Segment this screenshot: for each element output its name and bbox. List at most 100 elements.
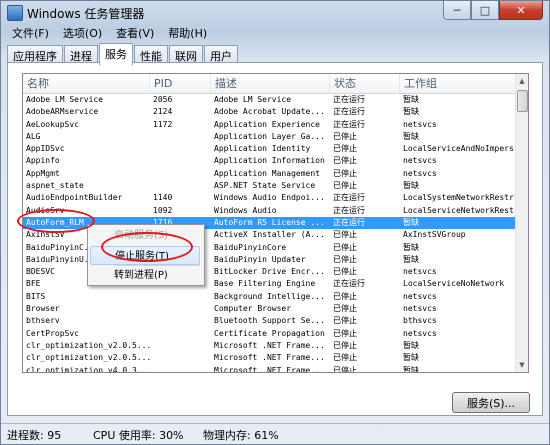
table-row[interactable]: AdobeARMservice 2124 Adobe Acrobat Update.… — [23, 106, 516, 118]
menu-file[interactable]: 文件(F) — [5, 25, 56, 41]
cell-status: 已停止 — [333, 131, 357, 141]
table-row[interactable]: bthserv Bluetooth Support Se... 已停止 bthsvcs — [23, 315, 516, 327]
menu-view[interactable]: 查看(V) — [109, 25, 161, 41]
cell-group: 暂缺 — [403, 254, 419, 264]
cell-status: 已停止 — [333, 181, 357, 191]
cell-description: AutoForm R5 License ... — [214, 217, 325, 227]
services-button[interactable]: 服务(S)... — [452, 392, 530, 413]
cell-group: 暂缺 — [403, 242, 419, 252]
table-row[interactable]: aspnet_state ASP.NET State Service 已停止 暂缺 — [23, 180, 516, 192]
context-menu-go-to-process[interactable]: 转到进程(P) — [90, 266, 200, 285]
cell-name: AppIDSvc — [26, 144, 65, 154]
cell-group: bthsvcs — [403, 316, 437, 326]
table-row[interactable]: AeLookupSvc 1172 Application Experience 正在运… — [23, 119, 516, 131]
table-row[interactable]: Browser Computer Browser 已停止 netsvcs — [23, 303, 516, 315]
cell-group: 暂缺 — [403, 107, 419, 117]
maximize-button[interactable]: □ — [471, 1, 499, 20]
cell-name: Adobe LM Service — [26, 95, 104, 104]
cell-description: Microsoft .NET Frame... — [214, 365, 325, 373]
column-header-description[interactable]: 描述 — [211, 74, 330, 93]
cell-group: netsvcs — [403, 156, 437, 166]
table-row[interactable]: Appinfo Application Information 已停止 netsvcs — [23, 155, 516, 167]
cell-status: 已停止 — [333, 242, 357, 252]
column-header-group[interactable]: 工作组 — [400, 74, 516, 93]
table-row[interactable]: AudioEndpointBuilder 1140 Windows Audio En… — [23, 192, 516, 204]
cell-description: BaiduPinyinCore — [214, 242, 287, 252]
table-row[interactable]: AppIDSvc Application Identity 已停止 LocalServ… — [23, 143, 516, 155]
table-row[interactable]: Adobe LM Service 2056 Adobe LM Service 正在运行… — [23, 94, 516, 106]
cell-status: 正在运行 — [333, 193, 365, 203]
cell-description: Windows Audio Endpoi... — [214, 193, 325, 203]
tab-strip: 应用程序 进程 服务 性能 联网 用户 — [7, 43, 239, 65]
scroll-thumb[interactable] — [517, 90, 528, 112]
vertical-scrollbar[interactable]: ▲ ▼ — [515, 74, 528, 372]
cell-pid — [150, 315, 211, 327]
cell-pid — [150, 328, 211, 340]
menu-options[interactable]: 选项(O) — [56, 25, 109, 41]
cell-pid — [150, 340, 211, 352]
cell-group: 暂缺 — [403, 340, 419, 350]
cell-name: AudioEndpointBuilder — [26, 193, 123, 203]
cell-pid — [150, 303, 211, 315]
status-process-count: 进程数: 95 — [7, 428, 62, 442]
table-row[interactable]: AudioSrv 1092 Windows Audio 正在运行 LocalServic… — [23, 205, 516, 217]
table-row[interactable]: AppMgmt Application Management 已停止 netsvcs — [23, 168, 516, 180]
cell-pid — [150, 352, 211, 364]
cell-status: 已停止 — [333, 168, 357, 178]
task-manager-window: Windows 任务管理器 ─ □ ✕ 文件(F) 选项(O) 查看(V) 帮助… — [0, 0, 550, 445]
scroll-down-icon[interactable]: ▼ — [516, 359, 528, 371]
cell-group: LocalServiceNetworkRestr — [403, 205, 516, 215]
cell-group: 暂缺 — [403, 217, 419, 227]
title-bar[interactable]: Windows 任务管理器 ─ □ ✕ — [1, 1, 549, 23]
close-button[interactable]: ✕ — [499, 1, 543, 20]
cell-name: bthserv — [26, 316, 60, 326]
cell-description: ActiveX Installer (A... — [214, 230, 325, 240]
cell-group: 暂缺 — [403, 365, 419, 373]
cell-description: Computer Browser — [214, 304, 292, 314]
scroll-up-icon[interactable]: ▲ — [516, 75, 528, 87]
cell-name: clr_optimization_v2.0.5... — [26, 340, 150, 350]
cell-description: Background Intellige... — [214, 291, 325, 301]
minimize-button[interactable]: ─ — [443, 1, 471, 20]
context-menu-start-service[interactable]: 启动服务(S) — [90, 226, 200, 245]
cell-group: LocalServiceAndNoImpers — [403, 144, 514, 154]
table-row[interactable]: clr_optimization_v4.0.3... Microsoft .NET… — [23, 365, 516, 373]
minimize-icon: ─ — [453, 3, 461, 17]
column-header-name[interactable]: 名称 — [23, 74, 150, 93]
cell-description: Application Layer Ga... — [214, 131, 325, 141]
table-row[interactable]: CertPropSvc Certificate Propagation 已停止 net… — [23, 328, 516, 340]
table-row[interactable]: clr_optimization_v2.0.5... Microsoft .NET… — [23, 352, 516, 364]
table-row[interactable]: clr_optimization_v2.0.5... Microsoft .NET… — [23, 340, 516, 352]
cell-description: Application Experience — [214, 119, 320, 129]
table-row[interactable]: ALG Application Layer Ga... 已停止 暂缺 — [23, 131, 516, 143]
window-controls: ─ □ ✕ — [443, 1, 543, 20]
cell-status: 已停止 — [333, 144, 357, 154]
cell-status: 正在运行 — [333, 119, 365, 129]
cell-group: AxInstSVGroup — [403, 230, 466, 240]
column-header-status[interactable]: 状态 — [330, 74, 400, 93]
cell-description: ASP.NET State Service — [214, 181, 316, 191]
cell-group: netsvcs — [403, 291, 437, 301]
services-list[interactable]: 名称 PID 描述 状态 工作组 Adobe LM Service 2056 Ado… — [22, 73, 529, 373]
tab-services[interactable]: 服务 — [99, 43, 133, 65]
cell-pid — [150, 168, 211, 180]
menu-help[interactable]: 帮助(H) — [161, 25, 214, 41]
cell-status: 已停止 — [333, 365, 357, 373]
cell-group: netsvcs — [403, 304, 437, 314]
cell-status: 已停止 — [333, 254, 357, 264]
table-row[interactable]: BITS Background Intellige... 已停止 netsvcs — [23, 291, 516, 303]
cell-description: Application Identity — [214, 144, 311, 154]
cell-status: 正在运行 — [333, 205, 365, 215]
cell-status: 已停止 — [333, 328, 357, 338]
cell-pid — [150, 180, 211, 192]
cell-status: 已停止 — [333, 291, 357, 301]
cell-status: 已停止 — [333, 156, 357, 166]
column-header-pid[interactable]: PID — [150, 74, 211, 93]
cell-description: Application Management — [214, 168, 320, 178]
cell-description: Bluetooth Support Se... — [214, 316, 325, 326]
context-menu-stop-service[interactable]: 停止服务(T) — [90, 246, 200, 265]
cell-pid: 2124 — [153, 107, 173, 117]
cell-description: Adobe LM Service — [214, 95, 292, 104]
cell-group: 暂缺 — [403, 95, 419, 104]
cell-group: netsvcs — [403, 168, 437, 178]
